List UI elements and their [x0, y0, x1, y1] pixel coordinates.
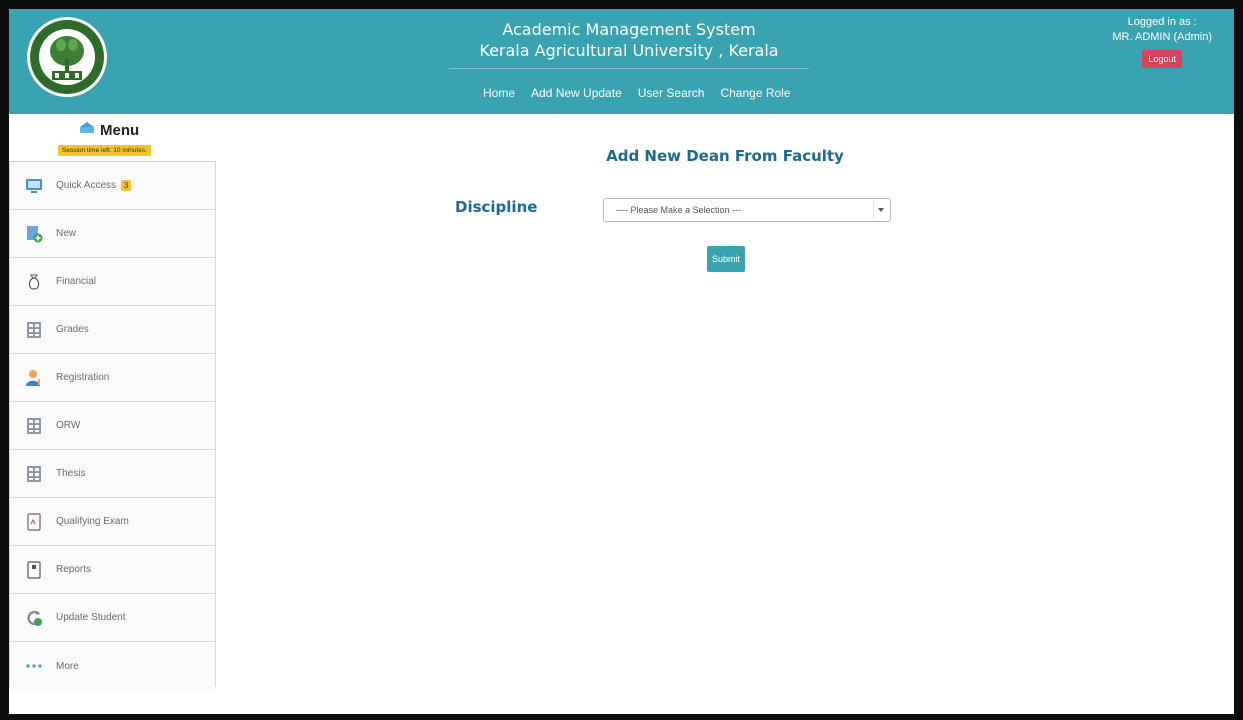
sidebar-item-update-student[interactable]: Update Student	[10, 594, 215, 642]
app-header: Academic Management System Kerala Agricu…	[9, 9, 1234, 114]
submit-button[interactable]: Submit	[707, 246, 746, 272]
discipline-select[interactable]: ---- Please Make a Selection ---	[603, 198, 891, 222]
main-content: Add New Dean From Faculty Discipline ---…	[216, 114, 1234, 714]
sidebar: Menu Session time left: 10 minutes. Quic…	[9, 114, 216, 690]
user-name: MR. ADMIN (Admin)	[1112, 31, 1212, 43]
user-icon	[24, 368, 44, 388]
menu-heading[interactable]: Menu	[79, 121, 139, 139]
sidebar-item-quick-access[interactable]: Quick Access 3	[10, 162, 215, 210]
sidebar-item-new[interactable]: New	[10, 210, 215, 258]
app-title: Academic Management System	[502, 20, 756, 39]
sidebar-item-label: Grades	[56, 324, 89, 335]
menu-icon	[79, 121, 95, 139]
logged-in-label: Logged in as :	[1127, 16, 1197, 28]
browser-viewport: Academic Management System Kerala Agricu…	[9, 9, 1234, 714]
window-frame: Academic Management System Kerala Agricu…	[0, 0, 1243, 720]
title-divider	[449, 68, 809, 69]
sidebar-item-label: ORW	[56, 420, 81, 431]
chevron-down-icon	[873, 202, 887, 218]
sidebar-item-label: New	[56, 228, 77, 239]
session-timer-badge: Session time left: 10 minutes.	[58, 145, 151, 156]
discipline-select-value: ---- Please Make a Selection ---	[616, 205, 742, 215]
grid-table-icon	[24, 464, 44, 484]
sidebar-item-reports[interactable]: Reports	[10, 546, 215, 594]
sidebar-item-more[interactable]: More	[10, 642, 215, 690]
new-file-icon	[24, 224, 44, 244]
sidebar-item-label: Financial	[56, 276, 97, 287]
monitor-icon	[24, 176, 44, 196]
menu-label: Menu	[100, 121, 140, 139]
sidebar-item-orw[interactable]: ORW	[10, 402, 215, 450]
sidebar-item-qualifying-exam[interactable]: Qualifying Exam	[10, 498, 215, 546]
page-title: Add New Dean From Faculty	[606, 147, 844, 165]
grid-table-icon	[24, 320, 44, 340]
login-info: Logged in as : MR. ADMIN (Admin) Logout	[1112, 15, 1212, 68]
document-icon	[24, 512, 44, 532]
report-icon	[24, 560, 44, 580]
sidebar-item-label: Quick Access 3	[56, 180, 132, 191]
sidebar-item-grades[interactable]: Grades	[10, 306, 215, 354]
logout-button[interactable]: Logout	[1142, 50, 1182, 68]
dots-icon	[24, 656, 44, 676]
money-bag-icon	[24, 272, 44, 292]
sidebar-item-label: Reports	[56, 564, 92, 575]
sidebar-item-label: Qualifying Exam	[56, 516, 129, 527]
nav-home[interactable]: Home	[475, 79, 523, 107]
university-name: Kerala Agricultural University , Kerala	[479, 41, 779, 60]
discipline-label: Discipline	[455, 198, 538, 216]
app-title-block: Academic Management System Kerala Agricu…	[449, 19, 809, 69]
table-icon	[24, 416, 44, 436]
sidebar-menu: Quick Access 3 New Financial Grades Regi…	[9, 161, 216, 690]
sidebar-item-thesis[interactable]: Thesis	[10, 450, 215, 498]
nav-add-new-update[interactable]: Add New Update	[523, 79, 630, 107]
sidebar-item-label: Thesis	[56, 468, 86, 479]
sidebar-item-label: More	[56, 660, 79, 672]
sidebar-item-label: Registration	[56, 372, 110, 383]
sidebar-item-financial[interactable]: Financial	[10, 258, 215, 306]
refresh-icon	[24, 608, 44, 628]
nav-change-role[interactable]: Change Role	[712, 79, 798, 107]
quick-access-count-badge: 3	[120, 180, 132, 191]
sidebar-item-registration[interactable]: Registration	[10, 354, 215, 402]
university-logo	[25, 15, 109, 99]
sidebar-item-label: Update Student	[56, 612, 126, 623]
top-navigation: Home Add New Update User Search Change R…	[475, 79, 799, 107]
nav-user-search[interactable]: User Search	[630, 79, 713, 107]
